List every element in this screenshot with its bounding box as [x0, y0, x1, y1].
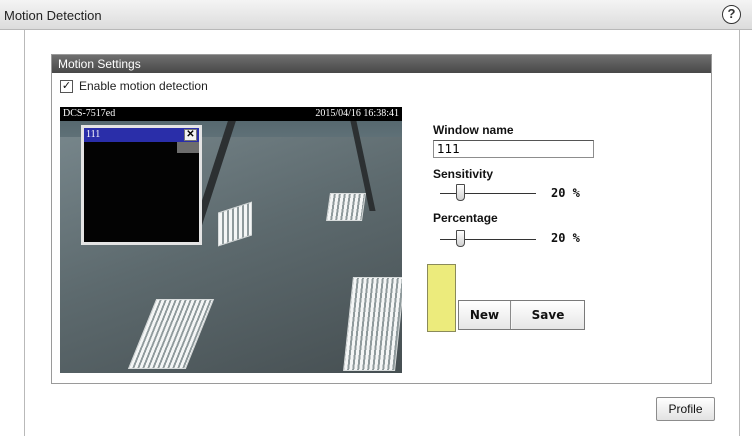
sensitivity-value: 20 % — [551, 186, 580, 200]
sensitivity-slider-track[interactable] — [440, 193, 536, 194]
enable-motion-label: Enable motion detection — [79, 79, 208, 93]
percentage-label: Percentage — [433, 211, 498, 225]
sensitivity-label: Sensitivity — [433, 167, 494, 181]
sensitivity-slider-thumb[interactable] — [456, 184, 465, 201]
profile-button[interactable]: Profile — [656, 397, 715, 421]
motion-settings-panel: Motion Settings ✓ Enable motion detectio… — [51, 54, 712, 384]
percentage-slider-thumb[interactable] — [456, 230, 465, 247]
video-timestamp: 2015/04/16 16:38:41 — [315, 108, 399, 119]
motion-window-titlebar[interactable]: 111 — [84, 128, 199, 142]
motion-window-region[interactable]: 111 ✕ — [81, 125, 202, 245]
camera-name: DCS-7517ed — [63, 108, 116, 119]
percentage-value: 20 % — [551, 231, 580, 245]
window-color-swatch[interactable] — [427, 264, 456, 332]
video-scene-light — [326, 193, 366, 221]
enable-motion-checkbox[interactable]: ✓ — [60, 80, 73, 93]
help-icon[interactable]: ? — [722, 5, 741, 24]
window-name-label: Window name — [433, 123, 514, 137]
motion-window-resize-handle[interactable] — [177, 142, 199, 153]
motion-window-name: 111 — [86, 129, 101, 140]
motion-settings-header: Motion Settings — [52, 55, 711, 73]
percentage-slider-track[interactable] — [440, 239, 536, 240]
new-window-button[interactable]: New — [459, 301, 511, 329]
window-button-group: New Save — [458, 300, 585, 330]
title-bar: Motion Detection ? — [0, 0, 752, 30]
window-name-input[interactable] — [433, 140, 594, 158]
video-preview[interactable]: DCS-7517ed 2015/04/16 16:38:41 111 ✕ — [60, 107, 402, 373]
page-title: Motion Detection — [4, 8, 102, 23]
save-window-button[interactable]: Save — [512, 301, 584, 329]
close-icon[interactable]: ✕ — [184, 129, 197, 141]
video-overlay-bar: DCS-7517ed 2015/04/16 16:38:41 — [60, 107, 402, 121]
video-scene-light — [343, 277, 402, 371]
